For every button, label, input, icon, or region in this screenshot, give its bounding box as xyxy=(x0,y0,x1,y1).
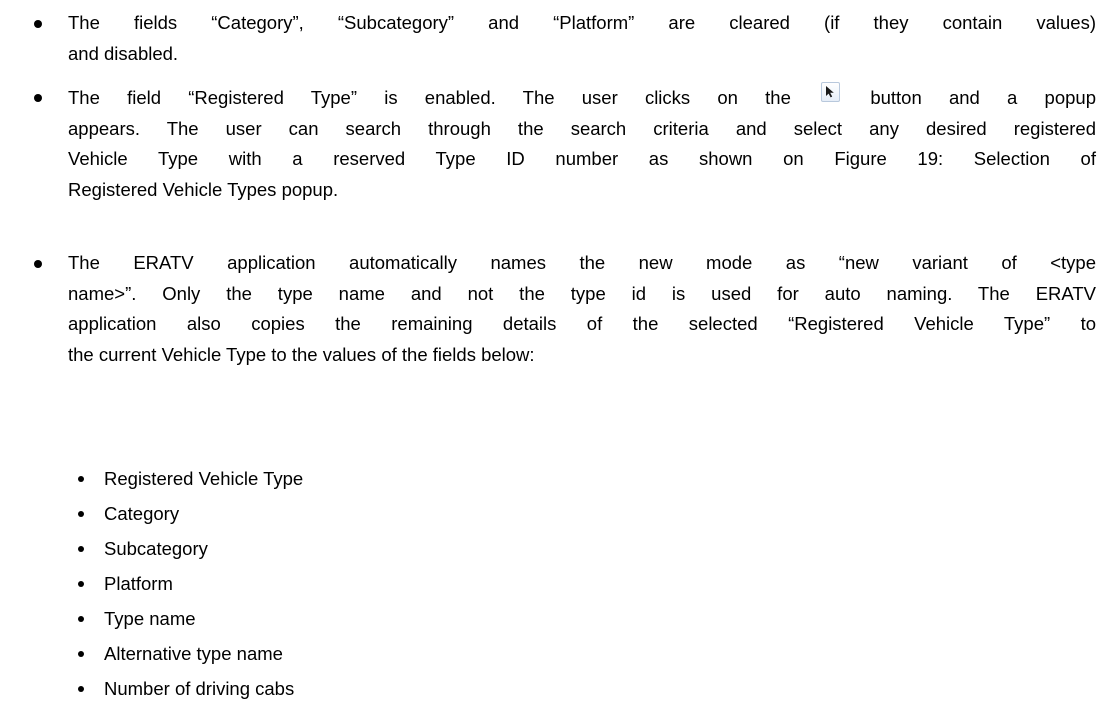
paragraph-line: name>”. Only the type name and not the t… xyxy=(68,282,1096,304)
bullet-dot-icon xyxy=(78,511,84,517)
field-list-item: Registered Vehicle Type xyxy=(0,464,600,494)
field-name: Subcategory xyxy=(104,538,208,559)
field-name: Category xyxy=(104,503,180,524)
field-name: Platform xyxy=(104,573,173,594)
field-list-item: Alternative type name xyxy=(0,639,600,669)
field-list-item: Platform xyxy=(0,569,600,599)
select-pointer-icon xyxy=(821,82,841,102)
bullet-dot-icon xyxy=(78,686,84,692)
paragraph-text: The field “Registered Type” is enabled. … xyxy=(68,87,791,108)
bullet-dot-icon xyxy=(78,581,84,587)
paragraph-line: appears. The user can search through the… xyxy=(68,117,1096,139)
paragraph-line-with-icon: The field “Registered Type” is enabled. … xyxy=(68,82,1096,114)
bullet-dot-icon xyxy=(78,476,84,482)
paragraph-line: Vehicle Type with a reserved Type ID num… xyxy=(68,148,1096,169)
paragraph-text: button and a popup xyxy=(870,87,1096,108)
paragraph-line: The ERATV application automatically name… xyxy=(68,252,1096,273)
bullet-dot-icon xyxy=(34,260,42,268)
paragraph-line: The fields “Category”, “Subcategory” and… xyxy=(68,12,1096,33)
field-name: Registered Vehicle Type xyxy=(104,468,304,489)
bullet-dot-icon xyxy=(78,616,84,622)
bullet-dot-icon xyxy=(34,20,42,28)
field-name: Number of driving cabs xyxy=(104,678,295,699)
bullet-dot-icon xyxy=(78,651,84,657)
document-page: The fields “Category”, “Subcategory” and… xyxy=(0,0,1120,724)
field-name: Alternative type name xyxy=(104,643,283,664)
field-name: Type name xyxy=(104,608,196,629)
paragraph-line: and disabled. xyxy=(68,42,179,64)
paragraph-line: the current Vehicle Type to the values o… xyxy=(68,343,535,365)
field-list-item: Type name xyxy=(0,604,600,634)
paragraph-line: application also copies the remaining de… xyxy=(68,313,1096,334)
field-list-item: Category xyxy=(0,499,600,529)
field-list-item: Subcategory xyxy=(0,534,600,564)
field-list-item: Number of driving cabs xyxy=(0,674,600,704)
bullet-dot-icon xyxy=(78,546,84,552)
bullet-dot-icon xyxy=(34,94,42,102)
paragraph-line: Registered Vehicle Types popup. xyxy=(68,178,339,200)
